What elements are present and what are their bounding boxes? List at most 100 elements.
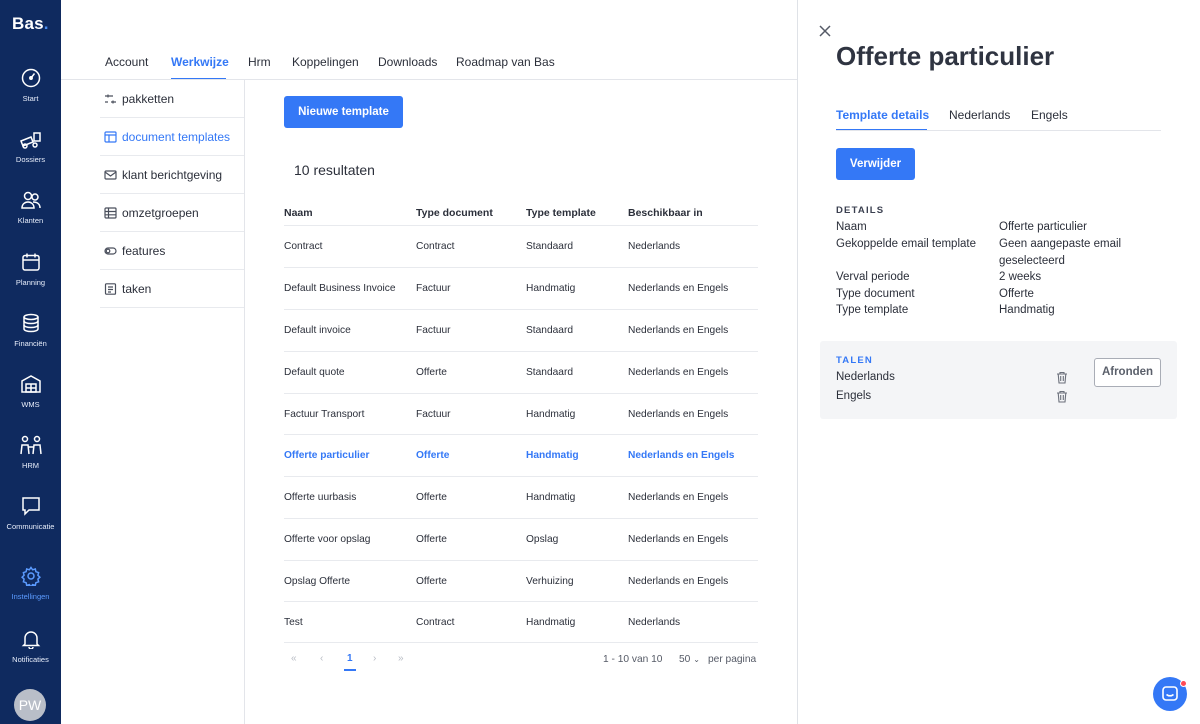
prev-page-button[interactable]: ‹ (320, 653, 323, 664)
table-row[interactable]: Contract Contract Standaard Nederlands (284, 225, 758, 267)
rail-label: Notificaties (12, 655, 49, 664)
table-icon (104, 207, 117, 219)
detail-value-email-template: Geen aangepaste email geselecteerd (999, 238, 1122, 267)
tab-koppelingen[interactable]: Koppelingen (292, 55, 359, 69)
rail-label: Start (22, 94, 39, 103)
table-row[interactable]: Factuur Transport Factuur Handmatig Nederla… (284, 393, 758, 435)
current-page-indicator (344, 669, 356, 671)
finish-button[interactable]: Afronden (1094, 358, 1161, 387)
rail-item-start[interactable]: Start (0, 68, 61, 103)
task-list-icon (104, 283, 117, 295)
notification-dot (1180, 680, 1187, 687)
main-sidebar: Bas. Start Dossiers Klanten Planning Fin… (0, 0, 61, 724)
avatar[interactable]: PW (14, 689, 46, 721)
chevron-down-icon: ⌄ (693, 655, 700, 664)
detail-value-verval-periode: 2 weeks (999, 271, 1042, 283)
table-row[interactable]: Default quote Offerte Standaard Nederlands … (284, 351, 758, 393)
rail-label: Klanten (17, 216, 44, 225)
bell-icon (21, 631, 40, 649)
app-logo[interactable]: Bas. (12, 14, 49, 34)
column-header-naam[interactable]: Naam (284, 207, 313, 219)
users-icon (20, 191, 41, 209)
pagination-range: 1 - 10 van 10 (603, 654, 663, 665)
trash-icon[interactable] (1056, 390, 1068, 403)
tab-template-details[interactable]: Template details (836, 108, 929, 122)
rail-label: Instellingen (11, 592, 50, 601)
rail-label: WMS (21, 400, 40, 409)
rail-item-communicatie[interactable]: Communicatie (0, 496, 61, 531)
subnav-item-klant-berichtgeving[interactable]: klant berichtgeving (100, 156, 244, 194)
talen-heading: TALEN (836, 355, 873, 366)
page-1-button[interactable]: 1 (347, 653, 353, 664)
subnav-item-document-templates[interactable]: document templates (100, 118, 244, 156)
template-icon (104, 131, 117, 143)
tab-account[interactable]: Account (105, 55, 148, 69)
rail-item-hrm[interactable]: HRM (0, 435, 61, 470)
table-row[interactable]: Default Business Invoice Factuur Handmatig… (284, 267, 758, 309)
tab-hrm[interactable]: Hrm (248, 55, 271, 69)
panel-title: Offerte particulier (836, 41, 1055, 71)
tab-roadmap[interactable]: Roadmap van Bas (456, 55, 555, 69)
table-row[interactable]: Opslag Offerte Offerte Verhuizing Nederland… (284, 560, 758, 602)
chat-icon (21, 497, 40, 516)
panel-tabs-divider (836, 130, 1161, 131)
rail-label: Dossiers (15, 155, 46, 164)
rail-label: Planning (15, 278, 46, 287)
subnav-divider (244, 80, 245, 724)
toggle-icon (104, 247, 117, 255)
warehouse-icon (20, 375, 41, 393)
rail-item-klanten[interactable]: Klanten (0, 190, 61, 225)
column-header-beschikbaar-in[interactable]: Beschikbaar in (628, 207, 703, 219)
detail-value-type-document: Offerte (999, 288, 1034, 300)
first-page-button[interactable]: « (291, 653, 297, 664)
calendar-icon (21, 253, 40, 271)
table-row-selected[interactable]: Offerte particulier Offerte Handmatig Neder… (284, 434, 758, 476)
rail-item-notificaties[interactable]: Notificaties (0, 629, 61, 664)
details-heading: DETAILS (836, 205, 885, 216)
table-row[interactable]: Test Contract Handmatig Nederlands (284, 601, 758, 643)
gauge-icon (21, 68, 40, 88)
detail-label-type-document: Type document (836, 288, 915, 300)
language-item-nederlands: Nederlands (836, 371, 895, 383)
per-page-label: per pagina (708, 654, 757, 665)
rail-label: Communicatie (6, 522, 55, 531)
subnav-item-taken[interactable]: taken (100, 270, 244, 308)
table-row[interactable]: Default invoice Factuur Standaard Nederland… (284, 309, 758, 351)
detail-value-type-template: Handmatig (999, 304, 1055, 316)
close-icon[interactable] (818, 24, 832, 38)
table-row[interactable]: Offerte voor opslag Offerte Opslag Nederlan… (284, 518, 758, 560)
envelope-icon (104, 170, 117, 180)
package-icon (105, 94, 116, 104)
rail-item-financien[interactable]: Financiën (0, 313, 61, 348)
next-page-button[interactable]: › (373, 653, 376, 664)
rail-item-planning[interactable]: Planning (0, 252, 61, 287)
new-template-button[interactable]: Nieuwe template (284, 96, 403, 128)
rail-label: HRM (21, 461, 40, 470)
detail-label-naam: Naam (836, 221, 867, 233)
rail-item-wms[interactable]: WMS (0, 374, 61, 409)
tab-nederlands[interactable]: Nederlands (949, 108, 1010, 122)
per-page-select[interactable]: 50 ⌄ (679, 654, 700, 665)
subnav-item-omzetgroepen[interactable]: omzetgroepen (100, 194, 244, 232)
tab-downloads[interactable]: Downloads (378, 55, 437, 69)
rail-item-instellingen[interactable]: Instellingen (0, 566, 61, 601)
tab-engels[interactable]: Engels (1031, 108, 1068, 122)
language-item-engels: Engels (836, 390, 872, 402)
delete-button[interactable]: Verwijder (836, 148, 915, 180)
trash-icon[interactable] (1056, 371, 1068, 384)
subnav-item-pakketten[interactable]: pakketten (100, 80, 244, 118)
tab-werkwijze[interactable]: Werkwijze (171, 55, 229, 69)
table-row[interactable]: Offerte uurbasis Offerte Handmatig Nederlan… (284, 476, 758, 518)
column-header-type-template[interactable]: Type template (526, 207, 596, 219)
gear-icon (20, 566, 41, 586)
rail-item-dossiers[interactable]: Dossiers (0, 129, 61, 164)
last-page-button[interactable]: » (398, 653, 404, 664)
people-icon (19, 435, 42, 455)
detail-value-naam: Offerte particulier (999, 221, 1087, 233)
detail-label-type-template: Type template (836, 304, 909, 316)
dossiers-icon (19, 132, 41, 149)
column-header-type-document[interactable]: Type document (416, 207, 493, 219)
subnav-item-features[interactable]: features (100, 232, 244, 270)
results-count: 10 resultaten (294, 162, 375, 178)
rail-label: Financiën (14, 339, 47, 348)
